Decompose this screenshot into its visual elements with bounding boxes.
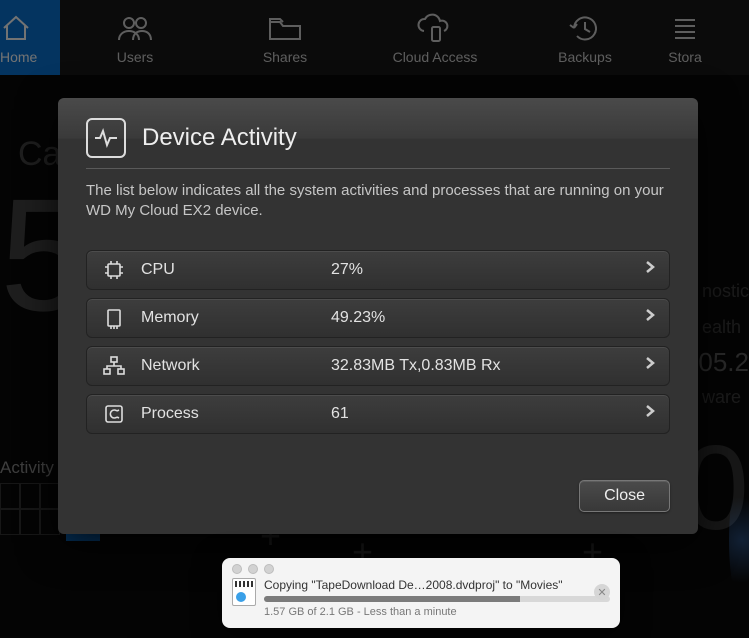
chevron-right-icon bbox=[645, 404, 655, 423]
modal-description: The list below indicates all the system … bbox=[86, 168, 670, 222]
stat-row-network[interactable]: Network 32.83MB Tx,0.83MB Rx bbox=[86, 346, 670, 386]
file-icon bbox=[232, 578, 256, 606]
chevron-right-icon bbox=[645, 308, 655, 327]
copy-progress-bar bbox=[264, 596, 520, 602]
stat-value: 32.83MB Tx,0.83MB Rx bbox=[331, 357, 645, 375]
traffic-close[interactable] bbox=[232, 564, 242, 574]
chevron-right-icon bbox=[645, 356, 655, 375]
modal-footer: Close bbox=[86, 480, 670, 512]
stat-label: Memory bbox=[141, 309, 331, 327]
traffic-minimize[interactable] bbox=[248, 564, 258, 574]
copy-title: Copying "TapeDownload De…2008.dvdproj" t… bbox=[264, 578, 610, 592]
device-activity-modal: Device Activity The list below indicates… bbox=[58, 98, 698, 534]
stat-label: Process bbox=[141, 405, 331, 423]
stat-value: 61 bbox=[331, 405, 645, 423]
traffic-zoom[interactable] bbox=[264, 564, 274, 574]
network-icon bbox=[101, 356, 127, 376]
stat-label: Network bbox=[141, 357, 331, 375]
finder-copy-window[interactable]: Copying "TapeDownload De…2008.dvdproj" t… bbox=[222, 558, 620, 628]
cancel-copy-button[interactable]: ✕ bbox=[594, 584, 610, 600]
process-icon bbox=[101, 403, 127, 425]
stat-row-cpu[interactable]: CPU 27% bbox=[86, 250, 670, 290]
close-button[interactable]: Close bbox=[579, 480, 670, 512]
stat-row-process[interactable]: Process 61 bbox=[86, 394, 670, 434]
modal-header: Device Activity bbox=[86, 118, 670, 158]
copy-subtext: 1.57 GB of 2.1 GB - Less than a minute bbox=[264, 606, 610, 618]
stat-value: 27% bbox=[331, 261, 645, 279]
activity-icon bbox=[86, 118, 126, 158]
cpu-icon bbox=[101, 259, 127, 281]
stat-row-memory[interactable]: Memory 49.23% bbox=[86, 298, 670, 338]
stat-value: 49.23% bbox=[331, 309, 645, 327]
window-traffic-lights[interactable] bbox=[232, 564, 610, 574]
memory-icon bbox=[101, 307, 127, 329]
stat-list: CPU 27% Memory 49.23% Network 32.83MB Tx… bbox=[86, 250, 670, 434]
chevron-right-icon bbox=[645, 260, 655, 279]
modal-title: Device Activity bbox=[142, 124, 297, 152]
stat-label: CPU bbox=[141, 261, 331, 279]
copy-progress-track bbox=[264, 596, 610, 602]
